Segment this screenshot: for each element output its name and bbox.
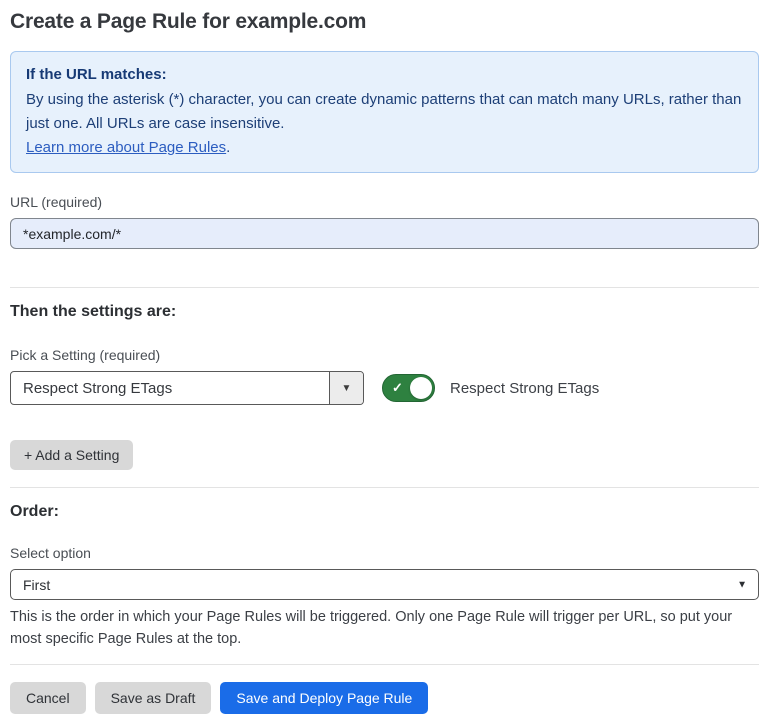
setting-row: Respect Strong ETags ▼ ✓ Respect Strong …	[10, 371, 759, 405]
url-field-label: URL (required)	[10, 194, 759, 210]
dropdown-arrow-button[interactable]: ▼	[329, 372, 363, 404]
check-icon: ✓	[392, 381, 403, 394]
order-select-label: Select option	[10, 545, 759, 561]
info-box-heading: If the URL matches:	[26, 63, 743, 87]
save-draft-button[interactable]: Save as Draft	[95, 682, 212, 714]
setting-toggle[interactable]: ✓	[382, 374, 435, 402]
settings-section-heading: Then the settings are:	[10, 303, 759, 321]
order-select[interactable]: First ▼	[10, 569, 759, 600]
page-title: Create a Page Rule for example.com	[10, 10, 759, 34]
create-page-rule-panel: Create a Page Rule for example.com If th…	[0, 0, 769, 714]
chevron-down-icon: ▼	[342, 383, 352, 394]
url-match-info-box: If the URL matches: By using the asteris…	[10, 51, 759, 173]
order-select-value: First	[23, 577, 50, 593]
setting-dropdown[interactable]: Respect Strong ETags ▼	[10, 371, 364, 405]
order-section-heading: Order:	[10, 503, 759, 521]
toggle-label: Respect Strong ETags	[450, 380, 599, 397]
learn-more-link[interactable]: Learn more about Page Rules	[26, 139, 226, 156]
save-deploy-button[interactable]: Save and Deploy Page Rule	[220, 682, 428, 714]
divider	[10, 487, 759, 488]
url-field-block: URL (required)	[10, 194, 759, 249]
footer-actions: Cancel Save as Draft Save and Deploy Pag…	[10, 682, 759, 714]
info-box-body: By using the asterisk (*) character, you…	[26, 88, 743, 136]
chevron-down-icon: ▼	[737, 579, 747, 590]
order-help-text: This is the order in which your Page Rul…	[10, 606, 759, 650]
toggle-knob	[410, 377, 432, 399]
info-box-link-line: Learn more about Page Rules.	[26, 136, 743, 160]
add-setting-button[interactable]: + Add a Setting	[10, 440, 133, 470]
divider	[10, 664, 759, 665]
cancel-button[interactable]: Cancel	[10, 682, 86, 714]
url-input[interactable]	[10, 218, 759, 249]
setting-dropdown-value: Respect Strong ETags	[11, 372, 329, 404]
pick-setting-label: Pick a Setting (required)	[10, 347, 759, 363]
divider	[10, 287, 759, 288]
link-suffix-text: .	[226, 139, 230, 156]
